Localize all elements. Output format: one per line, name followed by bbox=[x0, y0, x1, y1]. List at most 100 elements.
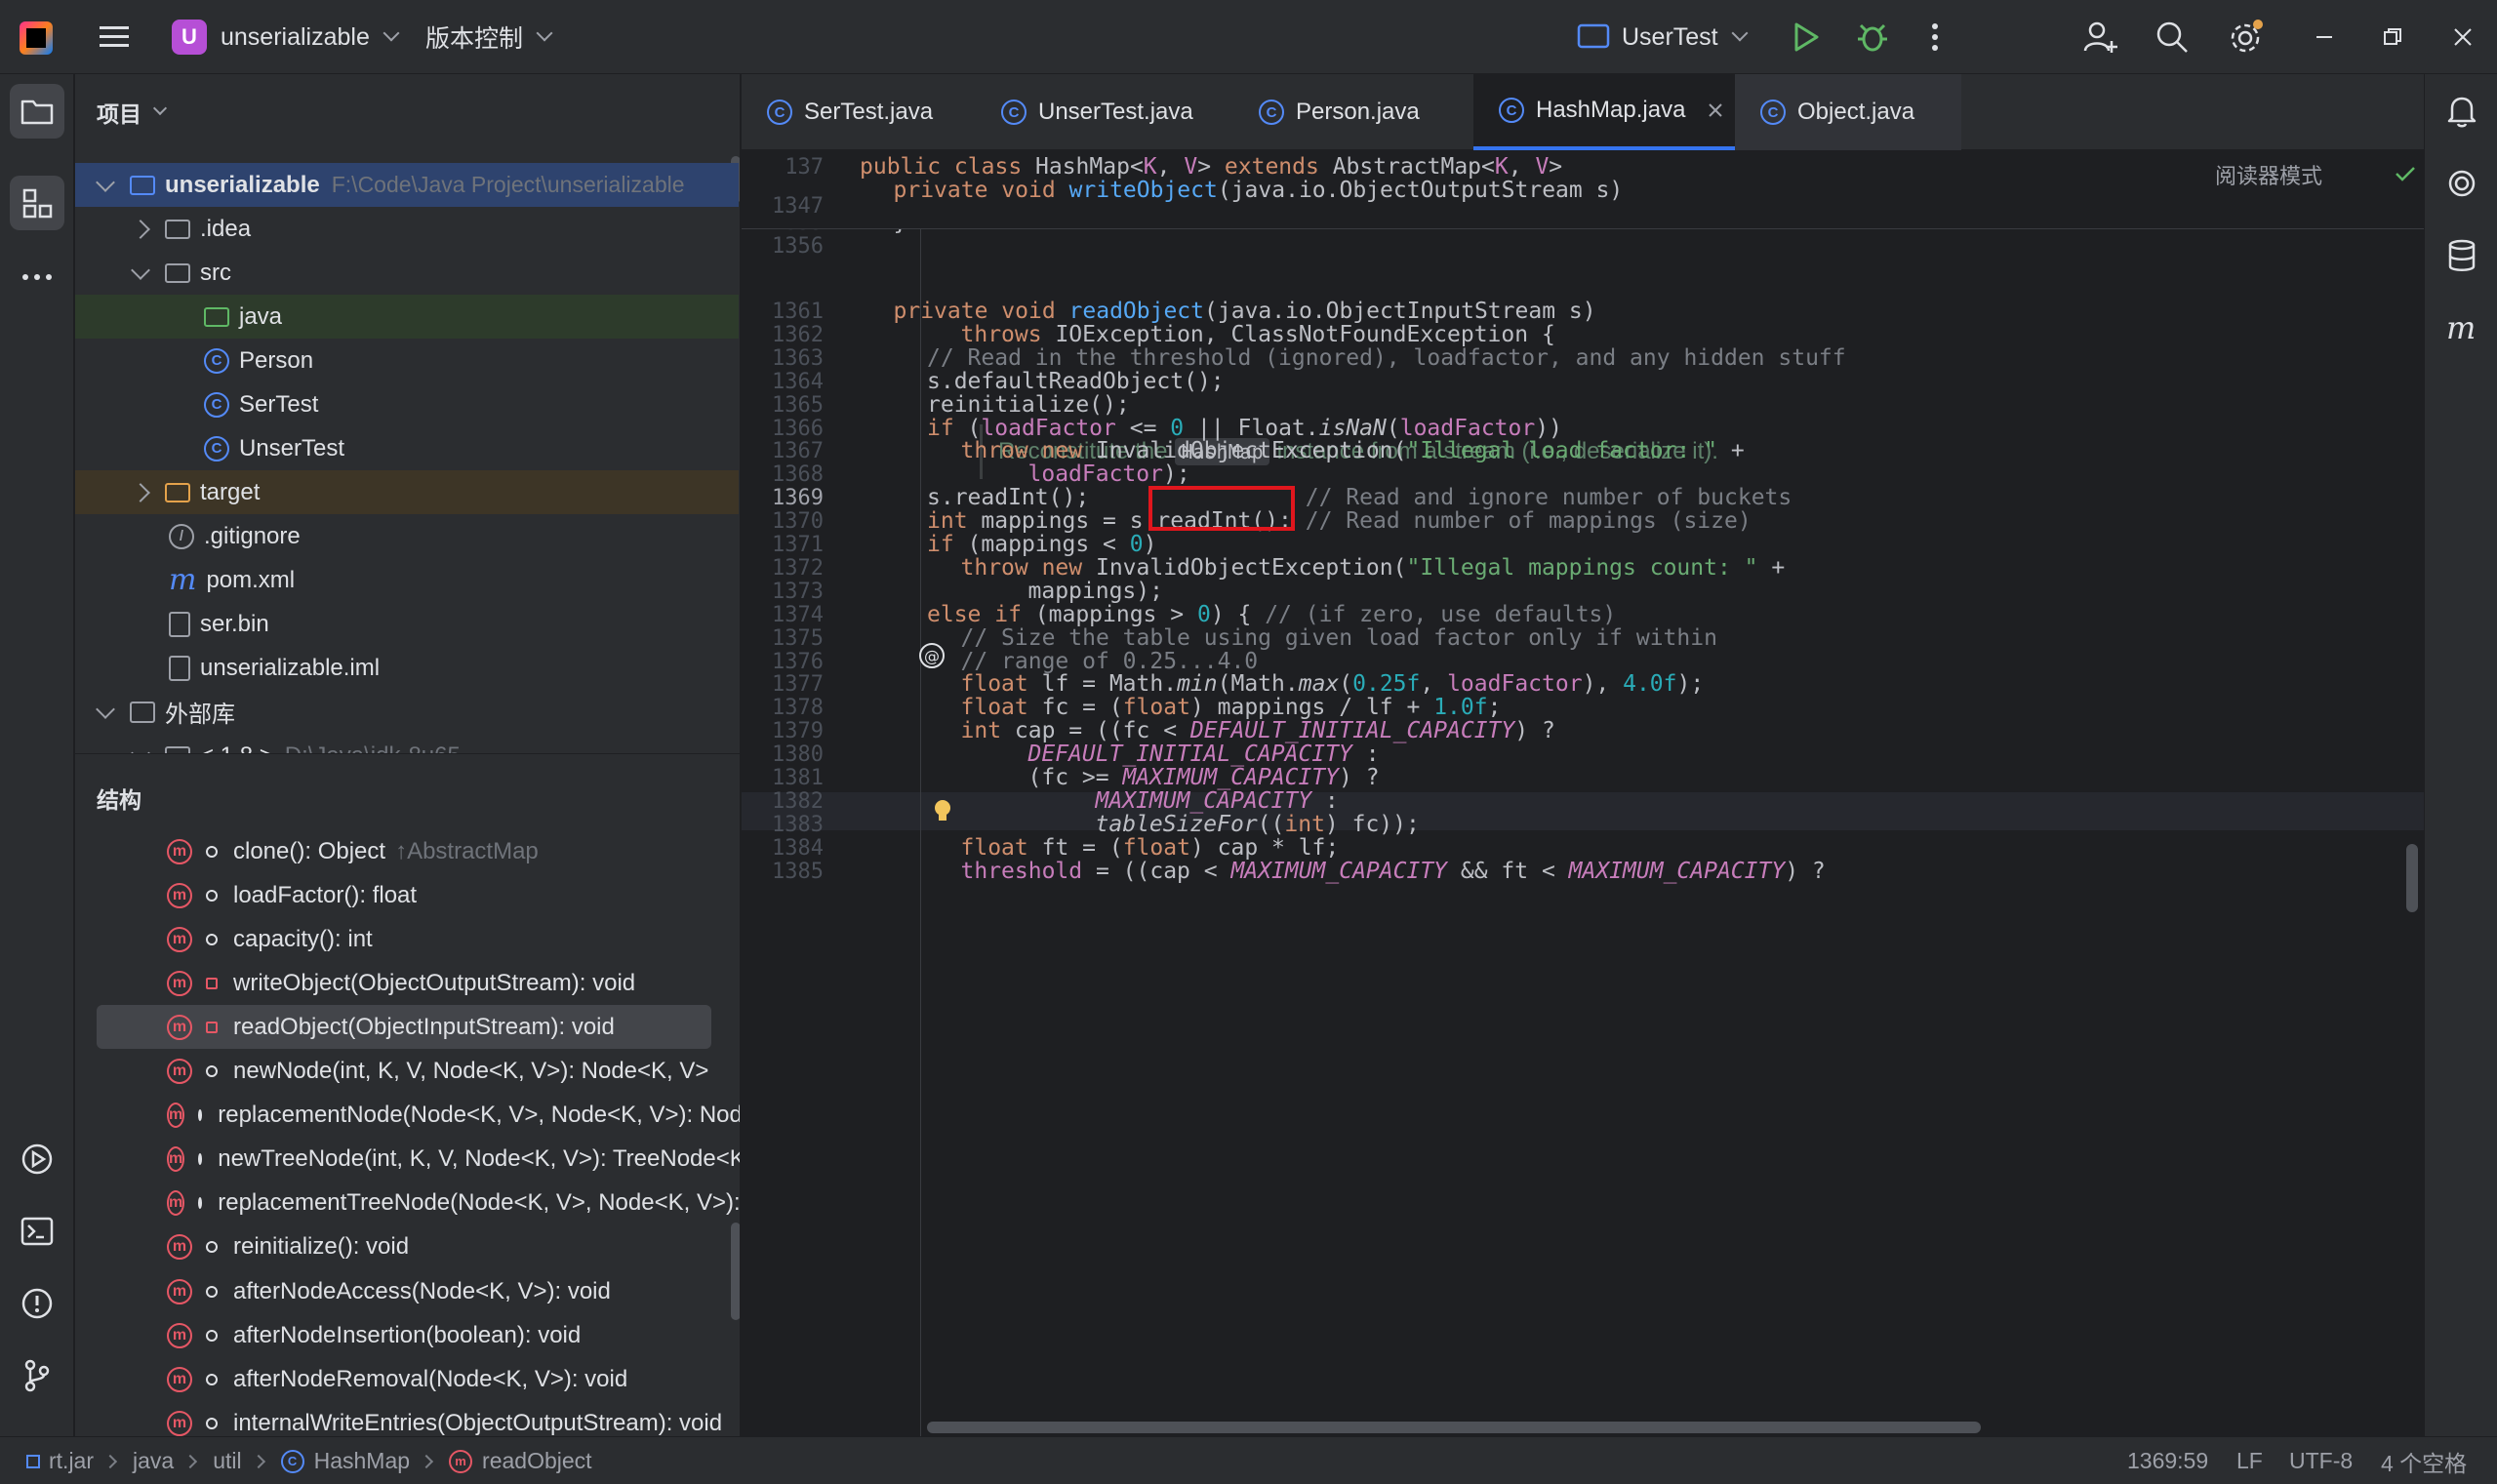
code-line: throw new InvalidObjectException("Illega… bbox=[960, 554, 1786, 581]
structure-tool-button[interactable] bbox=[10, 176, 64, 230]
git-tool-button[interactable] bbox=[10, 1348, 64, 1403]
code-line: private void readObject(java.io.ObjectIn… bbox=[893, 299, 1596, 324]
more-horizontal-icon bbox=[22, 274, 52, 280]
breadcrumb-item[interactable]: rt.jar bbox=[49, 1448, 94, 1474]
tree-item-java[interactable]: java bbox=[75, 295, 739, 339]
structure-item[interactable]: m capacity(): int bbox=[75, 917, 739, 961]
add-user-button[interactable] bbox=[2082, 0, 2117, 74]
structure-item[interactable]: m afterNodeAccess(Node<K, V>): void bbox=[75, 1269, 739, 1313]
tab-unsertest[interactable]: C UnserTest.java bbox=[976, 74, 1233, 150]
project-tool-button[interactable] bbox=[10, 84, 64, 139]
maven-button[interactable]: m bbox=[2435, 301, 2489, 355]
line-separator[interactable]: LF bbox=[2236, 1437, 2263, 1484]
structure-item[interactable]: m internalWriteEntries(ObjectOutputStream… bbox=[75, 1401, 739, 1436]
line-number: 1378 bbox=[772, 696, 824, 721]
minimize-button[interactable] bbox=[2315, 0, 2334, 74]
structure-item[interactable]: m reinitialize(): void bbox=[75, 1225, 739, 1269]
tree-root-label: unserializable bbox=[165, 171, 320, 198]
module-file-icon bbox=[169, 655, 190, 681]
structure-item[interactable]: m readObject(ObjectInputStream): void bbox=[97, 1005, 711, 1050]
left-tool-strip bbox=[0, 74, 74, 1436]
method-icon: m bbox=[167, 882, 192, 908]
tab-hashmap[interactable]: C HashMap.java bbox=[1473, 74, 1735, 150]
structure-item[interactable]: m clone(): Object ↑AbstractMap bbox=[75, 829, 739, 873]
tree-item-label: java bbox=[239, 302, 283, 330]
structure-item[interactable]: m replacementNode(Node<K, V>, Node<K, V>)… bbox=[75, 1094, 741, 1138]
intention-bulb[interactable] bbox=[933, 799, 952, 831]
structure-item-label: replacementNode(Node<K, V>, Node<K, V>):… bbox=[218, 1102, 741, 1129]
structure-item[interactable]: m loadFactor(): float bbox=[75, 873, 739, 917]
file-encoding[interactable]: UTF-8 bbox=[2289, 1437, 2353, 1484]
tree-item-serbin[interactable]: ser.bin bbox=[75, 602, 739, 646]
reader-mode-toggle[interactable]: 阅读器模式 bbox=[2215, 159, 2322, 190]
line-number: 1372 bbox=[772, 555, 824, 581]
method-icon: m bbox=[167, 1014, 192, 1040]
structure-item[interactable]: m afterNodeInsertion(boolean): void bbox=[75, 1313, 739, 1357]
indent-setting[interactable]: 4 个空格 bbox=[2381, 1437, 2467, 1484]
close-window-button[interactable] bbox=[2453, 0, 2473, 74]
horizontal-scrollbar[interactable] bbox=[927, 1422, 1981, 1433]
more-vertical-icon bbox=[1932, 23, 1938, 51]
tree-item-person[interactable]: C Person bbox=[75, 339, 739, 382]
line-number: 1374 bbox=[772, 602, 824, 627]
close-icon bbox=[2454, 28, 2472, 46]
restore-button[interactable] bbox=[2383, 0, 2402, 74]
services-tool-button[interactable] bbox=[10, 1132, 64, 1186]
app-logo-icon[interactable] bbox=[20, 21, 53, 55]
tree-item-jdk[interactable]: < 1.8 > D:\Java\jdk-8u65 bbox=[75, 734, 739, 753]
structure-item[interactable]: m writeObject(ObjectOutputStream): void bbox=[75, 961, 739, 1005]
package-visibility-icon bbox=[206, 1329, 218, 1342]
structure-item[interactable]: m afterNodeRemoval(Node<K, V>): void bbox=[75, 1357, 739, 1401]
tree-item-root[interactable]: unserializable F:\Code\Java Project\unse… bbox=[75, 163, 739, 207]
breadcrumb-item[interactable]: readObject bbox=[482, 1448, 592, 1474]
main-menu-button[interactable] bbox=[98, 0, 131, 74]
tab-sertest[interactable]: C SerTest.java bbox=[742, 74, 976, 150]
more-tools-button[interactable] bbox=[10, 250, 64, 304]
run-config-selector[interactable]: UserTest bbox=[1577, 0, 1749, 74]
breadcrumb-item[interactable]: util bbox=[213, 1448, 241, 1474]
structure-item[interactable]: m newTreeNode(int, K, V, Node<K, V>): Tre… bbox=[75, 1138, 740, 1182]
override-marker[interactable]: @ bbox=[917, 641, 946, 670]
vertical-scrollbar[interactable] bbox=[2406, 844, 2418, 912]
override-icon: @ bbox=[919, 643, 945, 668]
runnable-class-icon: C bbox=[204, 435, 229, 461]
project-selector[interactable]: U unserializable bbox=[172, 0, 400, 74]
tree-item-pom[interactable]: m pom.xml bbox=[75, 558, 739, 602]
tree-item-external-libs[interactable]: 外部库 bbox=[75, 690, 739, 734]
database-button[interactable] bbox=[2435, 228, 2489, 283]
line-number: 1363 bbox=[772, 345, 824, 371]
project-name: unserializable bbox=[221, 22, 370, 51]
debug-button[interactable] bbox=[1856, 0, 1889, 74]
tree-item-src[interactable]: src bbox=[75, 251, 739, 295]
structure-item-label: loadFactor(): float bbox=[233, 881, 418, 908]
tree-item-sertest[interactable]: C SerTest bbox=[75, 382, 739, 426]
code-line: mappings); bbox=[1027, 578, 1163, 604]
breadcrumb-item[interactable]: java bbox=[133, 1448, 174, 1474]
tree-item-iml[interactable]: unserializable.iml bbox=[75, 646, 739, 690]
terminal-tool-button[interactable] bbox=[10, 1204, 64, 1259]
breadcrumb-item[interactable]: HashMap bbox=[314, 1448, 410, 1474]
gutter-divider bbox=[920, 229, 921, 1436]
problems-tool-button[interactable] bbox=[10, 1276, 64, 1331]
structure-item[interactable]: m replacementTreeNode(Node<K, V>, Node<K,… bbox=[75, 1182, 740, 1225]
ai-assistant-button[interactable] bbox=[2435, 156, 2489, 211]
settings-button[interactable] bbox=[2227, 0, 2264, 74]
method-icon: m bbox=[167, 1278, 192, 1304]
caret-position[interactable]: 1369:59 bbox=[2127, 1437, 2208, 1484]
tree-item-target[interactable]: target bbox=[75, 470, 739, 514]
tab-person[interactable]: C Person.java bbox=[1233, 74, 1473, 150]
run-button[interactable] bbox=[1792, 0, 1821, 74]
project-panel-header[interactable]: 项目 bbox=[97, 96, 168, 129]
tree-item-gitignore[interactable]: / .gitignore bbox=[75, 514, 739, 558]
code-editor[interactable]: 1352135313541355135613611362136313641365… bbox=[742, 151, 2424, 1436]
tab-object[interactable]: C Object.java bbox=[1735, 74, 1961, 150]
tree-item-unsertest[interactable]: C UnserTest bbox=[75, 426, 739, 470]
close-tab-icon[interactable] bbox=[1707, 101, 1724, 119]
tree-item-idea[interactable]: .idea bbox=[75, 207, 739, 251]
services-icon bbox=[21, 1143, 53, 1175]
more-actions-button[interactable] bbox=[1930, 0, 1940, 74]
notifications-button[interactable] bbox=[2435, 84, 2489, 139]
structure-item[interactable]: m newNode(int, K, V, Node<K, V>): Node<K,… bbox=[75, 1050, 739, 1094]
vcs-selector[interactable]: 版本控制 bbox=[425, 0, 553, 74]
search-button[interactable] bbox=[2155, 0, 2190, 74]
